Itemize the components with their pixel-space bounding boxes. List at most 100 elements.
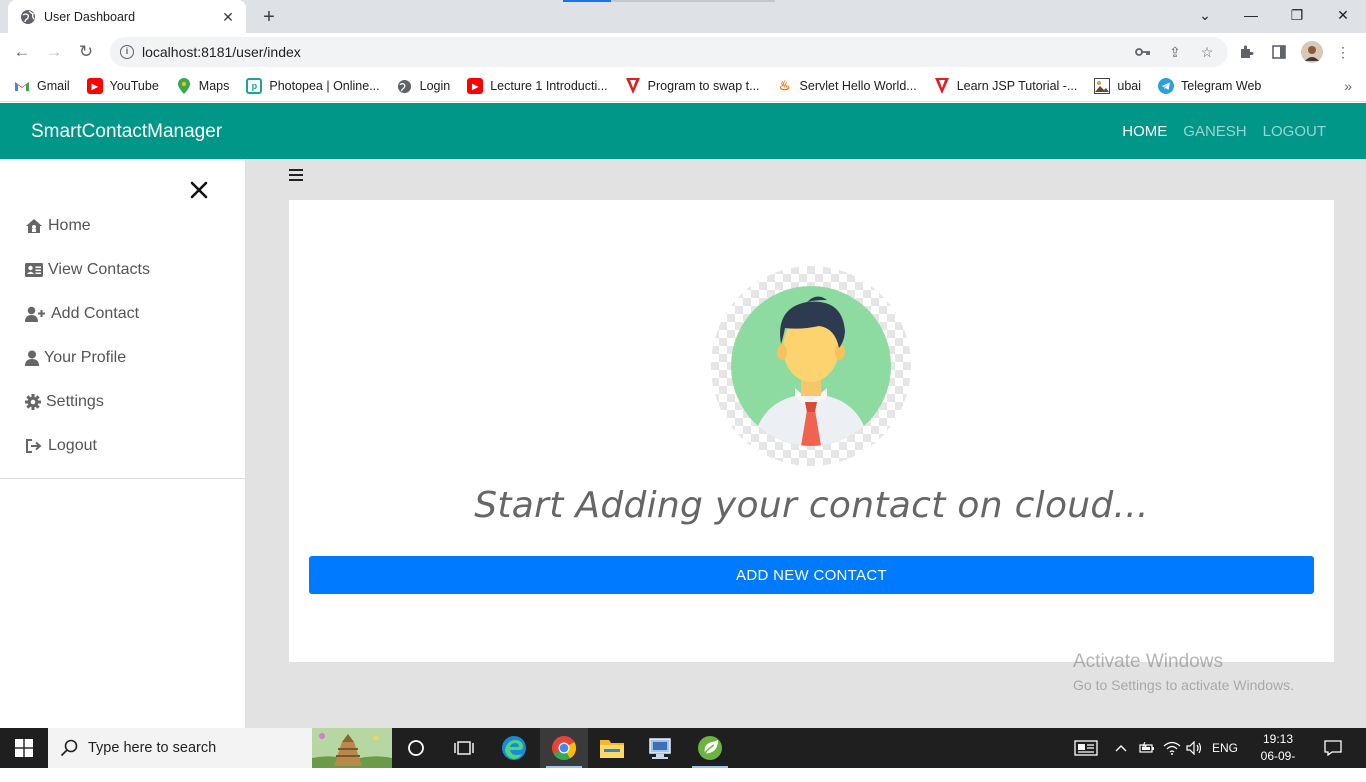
taskbar-clock[interactable]: 19:13 06-09-2022 — [1250, 731, 1306, 782]
url-text: localhost:8181/user/index — [142, 44, 301, 60]
start-button[interactable] — [0, 728, 48, 768]
java-icon: ♨ — [778, 78, 791, 93]
sidebar-item-logout[interactable]: Logout — [0, 424, 245, 468]
battery-icon[interactable] — [1139, 728, 1155, 768]
sidebar-item-label: Settings — [46, 393, 104, 410]
wifi-icon[interactable] — [1163, 728, 1181, 768]
notifications-icon[interactable] — [1324, 728, 1342, 768]
extensions-puzzle-icon[interactable] — [1237, 42, 1257, 62]
nav-home-link[interactable]: HOME — [1122, 123, 1167, 140]
browser-menu-icon[interactable]: ⋮ — [1333, 42, 1353, 62]
show-hidden-icons-icon[interactable] — [1115, 728, 1127, 768]
forward-arrow-icon[interactable]: → — [42, 40, 66, 64]
bookmark-jsp-tutorial[interactable]: Learn JSP Tutorial -... — [934, 78, 1077, 94]
tab-indicator — [563, 0, 611, 2]
sidebar: Home View Contacts Add Contact Your Prof… — [0, 159, 246, 728]
maps-icon — [176, 78, 192, 94]
network-app-icon[interactable] — [636, 728, 684, 768]
telegram-icon — [1158, 78, 1175, 94]
tab-search-chevron-icon[interactable]: ⌄ — [1182, 0, 1228, 30]
sidebar-item-home[interactable]: Home — [0, 204, 245, 248]
cortana-icon[interactable] — [392, 728, 440, 768]
sidebar-item-label: View Contacts — [48, 261, 150, 278]
sidebar-item-your-profile[interactable]: Your Profile — [0, 336, 245, 380]
chrome-browser-icon[interactable] — [540, 728, 588, 768]
browser-tab[interactable]: User Dashboard ✕ — [8, 0, 246, 33]
search-placeholder: Type here to search — [88, 740, 217, 756]
address-bar[interactable]: i localhost:8181/user/index — [110, 37, 1228, 67]
user-icon — [25, 350, 39, 366]
nav-user-link[interactable]: GANESH — [1183, 123, 1246, 140]
news-widget-icon[interactable] — [1074, 728, 1098, 768]
window-close-button[interactable]: ✕ — [1320, 0, 1366, 30]
image-icon — [1094, 78, 1111, 94]
bookmark-photopea[interactable]: p Photopea | Online... — [246, 78, 380, 94]
tutorial-icon — [934, 78, 950, 94]
watermark-title: Activate Windows — [1073, 651, 1223, 672]
sidebar-item-view-contacts[interactable]: View Contacts — [0, 248, 245, 292]
main-content: Start Adding your contact on cloud... AD… — [246, 159, 1366, 728]
sidebar-item-label: Logout — [48, 437, 97, 454]
bookmark-maps[interactable]: Maps — [176, 78, 229, 94]
profile-avatar[interactable] — [1301, 41, 1323, 63]
bookmark-lecture[interactable]: ▶ Lecture 1 Introducti... — [467, 78, 608, 94]
key-icon[interactable] — [1133, 42, 1153, 62]
tutorial-icon — [625, 78, 641, 94]
back-arrow-icon[interactable]: ← — [10, 40, 34, 64]
sidebar-item-settings[interactable]: Settings — [0, 380, 245, 424]
add-new-contact-button[interactable]: ADD NEW CONTACT — [309, 556, 1314, 594]
search-highlight-illustration — [312, 728, 392, 768]
bookmark-servlet[interactable]: ♨ Servlet Hello World... — [777, 78, 917, 94]
side-panel-icon[interactable] — [1269, 42, 1289, 62]
globe-icon — [397, 78, 413, 94]
sidebar-divider — [0, 478, 245, 479]
nav-logout-link[interactable]: LOGOUT — [1263, 123, 1326, 140]
taskbar-search-box[interactable]: Type here to search — [48, 728, 392, 768]
sign-out-icon — [25, 438, 43, 454]
more-bookmarks-icon[interactable]: » — [1344, 78, 1352, 94]
clock-date: 06-09-2022 — [1260, 749, 1296, 780]
bookmarks-bar: Gmail ▶ YouTube Maps p Photopea | Online..… — [0, 71, 1366, 102]
browser-toolbar: ← → ↻ i localhost:8181/user/index ⇪ ☆ ⋮ — [0, 33, 1366, 71]
tab-close-icon[interactable]: ✕ — [220, 9, 236, 25]
navbar-links: HOME GANESH LOGOUT — [1122, 123, 1326, 140]
tab-title: User Dashboard — [44, 9, 136, 24]
app-navbar: SmartContactManager HOME GANESH LOGOUT — [0, 103, 1366, 159]
bookmark-program-swap[interactable]: Program to swap t... — [625, 78, 760, 94]
edge-browser-icon[interactable] — [490, 728, 538, 768]
bookmark-ubai[interactable]: ubai — [1094, 78, 1141, 94]
bookmark-star-icon[interactable]: ☆ — [1197, 42, 1217, 62]
clock-time: 19:13 — [1262, 732, 1294, 746]
hamburger-menu-icon[interactable] — [289, 168, 303, 182]
sidebar-item-add-contact[interactable]: Add Contact — [0, 292, 245, 336]
youtube-icon: ▶ — [467, 78, 484, 94]
brand-logo-text[interactable]: SmartContactManager — [31, 121, 222, 143]
bookmark-login[interactable]: Login — [397, 78, 450, 94]
globe-icon — [21, 9, 35, 24]
site-info-icon[interactable]: i — [120, 45, 134, 59]
volume-icon[interactable] — [1186, 728, 1204, 768]
reload-icon[interactable]: ↻ — [74, 40, 98, 64]
bookmark-gmail[interactable]: Gmail — [14, 78, 70, 94]
spring-tool-suite-icon[interactable] — [686, 728, 734, 768]
address-card-icon — [25, 262, 43, 278]
minimize-button[interactable]: — — [1228, 0, 1274, 30]
bookmark-telegram[interactable]: Telegram Web — [1158, 78, 1261, 94]
search-icon — [60, 739, 78, 757]
empty-state-tagline: Start Adding your contact on cloud... — [474, 485, 1149, 526]
contact-avatar-illustration — [711, 266, 911, 466]
share-icon[interactable]: ⇪ — [1165, 42, 1185, 62]
close-sidebar-icon[interactable] — [188, 179, 210, 201]
new-tab-button[interactable]: + — [258, 6, 280, 28]
file-explorer-icon[interactable] — [588, 728, 636, 768]
gmail-icon — [14, 78, 30, 94]
task-view-icon[interactable] — [440, 728, 488, 768]
bookmark-youtube[interactable]: ▶ YouTube — [86, 78, 159, 94]
windows-logo-icon — [15, 739, 33, 757]
youtube-icon: ▶ — [86, 78, 103, 94]
dashboard-card: Start Adding your contact on cloud... AD… — [289, 200, 1334, 662]
photopea-icon: p — [246, 78, 263, 94]
input-language-indicator[interactable]: ENG — [1212, 728, 1238, 768]
restore-button[interactable]: ❐ — [1274, 0, 1320, 30]
sidebar-item-label: Home — [48, 217, 91, 234]
